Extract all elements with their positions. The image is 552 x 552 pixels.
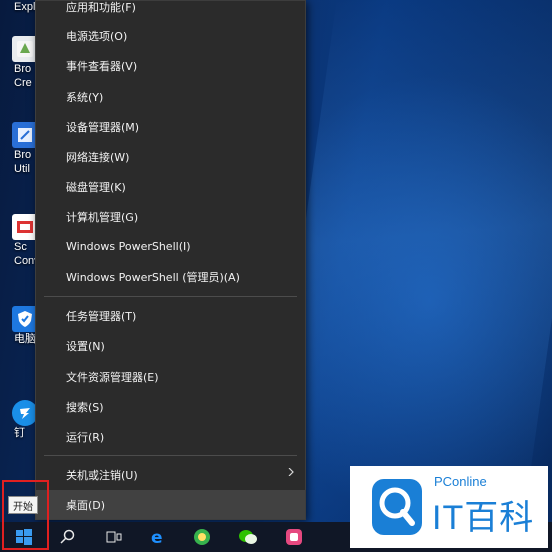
menu-item-label: 磁盘管理(K) [66,180,126,194]
menu-item-computer-management[interactable]: 计算机管理(G) [36,202,305,231]
wallpaper-light-beam [263,0,552,522]
menu-item-label: 应用和功能(F) [66,0,136,14]
watermark-small-text: PConline [434,474,487,489]
menu-separator [44,455,297,456]
green-app-icon [194,529,210,545]
menu-item-disk-management[interactable]: 磁盘管理(K) [36,172,305,201]
chevron-right-icon [288,468,294,476]
menu-item-label: 任务管理器(T) [66,309,137,323]
pconline-watermark: PConline IT百科 [350,466,548,548]
task-view-icon [106,531,122,543]
menu-item-system[interactable]: 系统(Y) [36,82,305,111]
edge-icon: e [151,528,163,546]
task-view-button[interactable] [96,522,132,552]
menu-item-powershell[interactable]: Windows PowerShell(I) [36,232,305,261]
watermark-big-text: IT百科 [432,499,535,537]
taskbar-app-pink[interactable] [276,522,312,552]
menu-item-event-viewer[interactable]: 事件查看器(V) [36,51,305,80]
menu-item-label: 网络连接(W) [66,150,130,164]
menu-item-label: 设备管理器(M) [66,120,140,134]
desktop-icon-column: Bro Cre Bro Util Sc Conv 电脑 钉 [0,0,40,522]
menu-item-label: 事件查看器(V) [66,59,138,73]
svg-text:e: e [151,528,163,546]
taskbar-search-button[interactable] [50,522,86,552]
menu-item-label: Windows PowerShell (管理员)(A) [66,270,240,284]
menu-item-label: 搜索(S) [66,400,104,414]
taskbar-app-green[interactable] [184,522,220,552]
wechat-icon [239,530,257,544]
menu-item-settings[interactable]: 设置(N) [36,331,305,360]
menu-item-apps-features[interactable]: 应用和功能(F) [36,0,305,21]
menu-item-run[interactable]: 运行(R) [36,422,305,451]
winx-context-menu: 应用和功能(F) 电源选项(O) 事件查看器(V) 系统(Y) 设备管理器(M)… [35,0,306,520]
menu-item-network-connections[interactable]: 网络连接(W) [36,142,305,171]
menu-item-label: 计算机管理(G) [66,210,139,224]
menu-item-powershell-admin[interactable]: Windows PowerShell (管理员)(A) [36,262,305,291]
taskbar-wechat[interactable] [230,522,266,552]
menu-separator [44,296,297,297]
menu-item-shutdown-signout[interactable]: 关机或注销(U) [36,460,305,489]
pink-app-icon [286,529,302,545]
menu-item-file-explorer[interactable]: 文件资源管理器(E) [36,362,305,391]
taskbar-edge-button[interactable]: e [140,522,176,552]
menu-item-search[interactable]: 搜索(S) [36,392,305,421]
menu-item-label: Windows PowerShell(I) [66,240,191,253]
menu-item-label: 文件资源管理器(E) [66,370,159,384]
menu-item-label: 电源选项(O) [66,29,128,43]
start-highlight-box [2,480,49,550]
menu-item-label: 系统(Y) [66,90,104,104]
menu-item-device-manager[interactable]: 设备管理器(M) [36,112,305,141]
search-icon [60,529,75,544]
menu-item-desktop[interactable]: 桌面(D) [36,490,305,519]
menu-item-label: 桌面(D) [66,498,106,512]
start-tooltip: 开始 [8,496,38,514]
menu-item-power-options[interactable]: 电源选项(O) [36,21,305,50]
magnifier-logo-icon [370,477,424,537]
menu-item-task-manager[interactable]: 任务管理器(T) [36,301,305,330]
menu-item-label: 关机或注销(U) [66,468,138,482]
menu-item-label: 运行(R) [66,430,105,444]
menu-item-label: 设置(N) [66,339,105,353]
